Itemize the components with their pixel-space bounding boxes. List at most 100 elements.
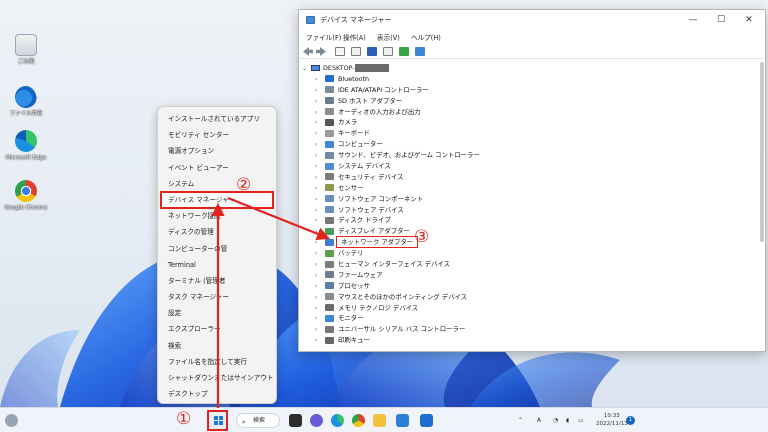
store-icon[interactable] bbox=[396, 414, 409, 427]
battery-icon[interactable]: ▭ bbox=[578, 417, 584, 424]
clock[interactable]: 10:33 2022/11/13 bbox=[596, 412, 628, 428]
chat-icon[interactable] bbox=[310, 414, 323, 427]
device-category-label: センサー bbox=[338, 183, 364, 192]
device-category-label: SD ホスト アダプター bbox=[338, 96, 403, 105]
device-category-row[interactable]: › ヒューマン インターフェイス デバイス bbox=[299, 259, 765, 270]
show-hidden-icon[interactable] bbox=[383, 47, 393, 56]
menu-item-desktop[interactable]: デスクトップ bbox=[161, 386, 273, 402]
device-category-row[interactable]: › マウスとそのほかのポインティング デバイス bbox=[299, 292, 765, 303]
device-category-icon bbox=[325, 238, 334, 246]
desktop-icon-edge[interactable]: Microsoft Edge bbox=[0, 130, 52, 161]
device-category-row[interactable]: › キーボード bbox=[299, 128, 765, 139]
forward-icon[interactable] bbox=[316, 47, 326, 56]
device-category-row[interactable]: › ディスク ドライブ bbox=[299, 215, 765, 226]
title-bar[interactable]: デバイス マネージャー — ☐ ✕ bbox=[299, 10, 765, 30]
menu-item-power-options[interactable]: 電源オプション bbox=[161, 143, 273, 159]
device-category-row[interactable]: › メモリ テクノロジ デバイス bbox=[299, 303, 765, 314]
menu-item-label: 設定 bbox=[168, 309, 182, 318]
menu-item-search[interactable]: 検索 bbox=[161, 338, 273, 354]
device-category-row[interactable]: › ソフトウェア コンポーネント bbox=[299, 194, 765, 205]
menu-item-task-manager[interactable]: タスク マネージャー bbox=[161, 289, 273, 305]
device-category-row[interactable]: › サウンド、ビデオ、およびゲーム コントローラー bbox=[299, 150, 765, 161]
update-driver-icon[interactable] bbox=[399, 47, 409, 56]
menu-item-event-viewer[interactable]: イベント ビューアー bbox=[161, 160, 273, 176]
device-category-label: モニター bbox=[338, 314, 364, 323]
device-category-row[interactable]: › バッテリ bbox=[299, 248, 765, 259]
taskbar-search[interactable]: ⌕ 検索 bbox=[236, 413, 280, 428]
edge-icon bbox=[15, 130, 37, 152]
explorer-icon[interactable] bbox=[373, 414, 386, 427]
menu-help[interactable]: ヘルプ(H) bbox=[411, 32, 441, 42]
device-category-row[interactable]: › ネットワーク アダプター bbox=[299, 236, 765, 249]
menu-item-settings[interactable]: 設定 bbox=[161, 305, 273, 321]
widgets-icon[interactable] bbox=[5, 414, 18, 427]
clock-date: 2022/11/13 bbox=[596, 421, 628, 427]
menu-item-network-connections[interactable]: ネットワーク接続 bbox=[161, 208, 273, 224]
view-tree-icon[interactable] bbox=[335, 47, 345, 56]
menu-item-shutdown[interactable]: シャットダウンまたはサインアウト › bbox=[161, 370, 274, 386]
device-category-row[interactable]: › オーディオの入力および出力 bbox=[299, 107, 765, 118]
wifi-icon[interactable]: ◔ bbox=[553, 417, 558, 424]
device-category-row[interactable]: › ユニバーサル シリアル バス コントローラー bbox=[299, 324, 765, 335]
menu-action[interactable]: 操作(A) bbox=[343, 32, 366, 42]
device-category-row[interactable]: › セキュリティ デバイス bbox=[299, 172, 765, 183]
menu-item-device-manager[interactable]: デバイス マネージャー bbox=[160, 190, 274, 210]
menu-item-terminal-admin[interactable]: ターミナル (管理者 bbox=[161, 273, 273, 289]
device-category-row[interactable]: › IDE ATA/ATAPI コントローラー bbox=[299, 85, 765, 96]
help-icon[interactable] bbox=[367, 47, 377, 56]
onedrive-icon bbox=[15, 86, 37, 108]
device-category-row[interactable]: › カメラ bbox=[299, 117, 765, 128]
properties-icon[interactable] bbox=[351, 47, 361, 56]
menu-item-label: デバイス マネージャー bbox=[168, 195, 236, 204]
device-category-label: システム デバイス bbox=[338, 162, 391, 171]
tree-root[interactable]: ⌄ DESKTOP- bbox=[299, 63, 765, 74]
menu-item-run[interactable]: ファイル名を指定して実行 bbox=[161, 354, 273, 370]
device-category-icon bbox=[325, 336, 334, 344]
scan-hardware-icon[interactable] bbox=[415, 47, 425, 56]
menu-item-explorer[interactable]: エクスプローラー bbox=[161, 321, 273, 337]
close-button[interactable]: ✕ bbox=[735, 12, 763, 28]
notification-badge[interactable]: 1 bbox=[626, 416, 635, 425]
device-category-row[interactable]: › モニター bbox=[299, 313, 765, 324]
minimize-button[interactable]: — bbox=[679, 12, 707, 28]
menu-item-terminal[interactable]: Terminal bbox=[161, 257, 273, 273]
device-category-row[interactable]: › ファームウェア bbox=[299, 270, 765, 281]
menu-file[interactable]: ファイル(F) bbox=[306, 32, 341, 42]
device-category-row[interactable]: › SD ホスト アダプター bbox=[299, 96, 765, 107]
menu-item-installed-apps[interactable]: インストールされているアプリ bbox=[161, 111, 273, 127]
menu-item-label: ターミナル (管理者 bbox=[168, 276, 226, 285]
device-category-row[interactable]: › センサー bbox=[299, 183, 765, 194]
desktop-icon-recycle-bin[interactable]: ごみ箱 bbox=[0, 34, 52, 65]
back-icon[interactable] bbox=[303, 47, 313, 56]
edge-icon[interactable] bbox=[331, 414, 344, 427]
maximize-button[interactable]: ☐ bbox=[707, 12, 735, 28]
volume-icon[interactable]: ◖ bbox=[566, 417, 569, 424]
chevron-right-icon[interactable]: › bbox=[315, 336, 325, 347]
scrollbar-thumb[interactable] bbox=[760, 62, 764, 242]
menu-item-label: イベント ビューアー bbox=[168, 163, 229, 172]
device-category-row[interactable]: › ディスプレイ アダプター bbox=[299, 226, 765, 237]
device-manager-window: デバイス マネージャー — ☐ ✕ ファイル(F) 操作(A) 表示(V) ヘル… bbox=[298, 9, 766, 352]
start-button[interactable] bbox=[207, 410, 228, 431]
ime-indicator[interactable]: A bbox=[537, 417, 541, 424]
menu-item-label: エクスプローラー bbox=[168, 325, 221, 334]
menu-view[interactable]: 表示(V) bbox=[377, 32, 400, 42]
device-category-row[interactable]: › 印刷キュー bbox=[299, 335, 765, 346]
menu-item-system[interactable]: システム bbox=[161, 176, 273, 192]
device-category-row[interactable]: › プロセッサ bbox=[299, 281, 765, 292]
device-category-row[interactable]: › システム デバイス bbox=[299, 161, 765, 172]
menu-bar: ファイル(F) 操作(A) 表示(V) ヘルプ(H) bbox=[299, 30, 765, 45]
menu-item-mobility-center[interactable]: モビリティ センター bbox=[161, 127, 273, 143]
menu-item-disk-management[interactable]: ディスクの管理 bbox=[161, 224, 273, 240]
mail-icon[interactable] bbox=[420, 414, 433, 427]
device-category-icon bbox=[325, 216, 334, 224]
desktop-icon-chrome[interactable]: Google Chrome bbox=[0, 180, 52, 211]
device-category-row[interactable]: › コンピューター bbox=[299, 139, 765, 150]
task-view-icon[interactable] bbox=[289, 414, 302, 427]
device-category-row[interactable]: › ソフトウェア デバイス bbox=[299, 205, 765, 216]
tray-overflow-icon[interactable]: ⌃ bbox=[518, 417, 523, 424]
menu-item-computer-management[interactable]: コンピューターの管 bbox=[161, 241, 273, 257]
desktop-icon-onedrive[interactable]: ファイル共有 bbox=[0, 86, 52, 117]
chrome-icon[interactable] bbox=[352, 414, 365, 427]
device-category-row[interactable]: › Bluetooth bbox=[299, 74, 765, 85]
